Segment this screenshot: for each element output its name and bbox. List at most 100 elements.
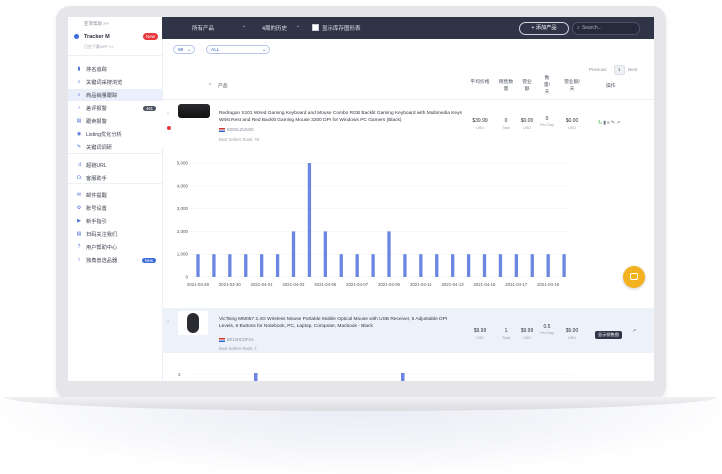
revenue-value: $9.99 (520, 328, 534, 334)
header-revenue[interactable]: 营业额 (520, 79, 534, 93)
history-filter[interactable]: 4周的历史 (262, 24, 287, 32)
revenue-unit: USD (522, 126, 532, 130)
chart-bar (451, 254, 455, 277)
x-tick-label: 2021-04-05 (314, 282, 337, 287)
add-product-button[interactable]: + 添加产品 (519, 22, 569, 35)
sidebar-item-5[interactable]: ◉ Listing优化分析 (68, 128, 162, 140)
sidebar-item-label: 独角兽选品器 (86, 257, 118, 264)
chevron-down-icon: ⌄ (186, 48, 191, 53)
chart-bar (530, 254, 534, 277)
headset-icon: ☊ (76, 175, 82, 181)
sidebar-item-12[interactable]: ▤ 扫码关注我们 (68, 228, 162, 240)
chevron-down-icon: ⌄ (261, 48, 266, 53)
table-header: ⌃ 产品 平均价格 销售数量 营业额 数量/天 营业额/天 操作 (162, 75, 654, 100)
table-row[interactable]: ⌄ Redragon S101 Wired Gaming Keyboard an… (162, 100, 654, 148)
divider (68, 153, 162, 154)
chevron-down-icon[interactable]: ⌄ (242, 23, 246, 29)
external-link-icon[interactable]: ↗ (632, 328, 637, 334)
header-per-day[interactable]: 数量/天 (542, 75, 552, 96)
avg-price-value: $9.99 (473, 328, 487, 334)
search-placeholder: Search... (581, 25, 602, 31)
gear-icon: ⚙ (76, 205, 82, 211)
x-tick-label: 2021-03-30 (219, 282, 242, 287)
header-product[interactable]: 产品 (218, 83, 228, 90)
bell-icon: ♪ (77, 105, 81, 111)
sidebar-item-13[interactable]: ? 用户帮助中心 (68, 241, 162, 253)
chat-button[interactable] (623, 266, 645, 288)
product-image-mouse[interactable] (178, 311, 208, 335)
sidebar-item-count: New (141, 257, 156, 263)
product-title[interactable]: Redragon S101 Wired Gaming Keyboard and … (219, 110, 463, 124)
help-link[interactable]: 亚菲帮助 >> (84, 21, 109, 27)
sidebar-item-4[interactable]: ▤ 跟卖报警 (68, 115, 162, 127)
sidebar-item-2[interactable]: ⌕ 商品销量跟踪 (68, 89, 162, 101)
download-app-link[interactable]: 已在下载APP >> (84, 44, 114, 50)
sidebar-item-0[interactable]: ▮ 排名追踪 (68, 63, 162, 75)
app-screen: 亚菲帮助 >> Tracker M New 已在下载APP >> ▮ 排名追踪 ⌕ 关… (68, 17, 654, 381)
divider (68, 183, 162, 184)
sidebar-item-label: 排名追踪 (86, 66, 107, 73)
x-tick-label: 2021-04-13 (442, 282, 465, 287)
us-flag-icon (219, 127, 225, 132)
shuffle-icon: ⤨ (76, 162, 81, 168)
product-asin[interactable]: B013HCOF2A (219, 337, 254, 342)
pager-current[interactable]: 1 (614, 65, 625, 75)
product-asin[interactable]: B00NLZUM36 (219, 127, 254, 132)
sidebar-item-9[interactable]: ✉ 邮件提醒 (68, 189, 162, 201)
sidebar-item-11[interactable]: ▶ 新手指引 (68, 215, 162, 227)
pager-next[interactable]: Next (628, 67, 637, 72)
sidebar-item-label: Listing优化分析 (86, 131, 122, 138)
external-link-icon[interactable]: ↗ (616, 120, 621, 126)
sidebar-item-10[interactable]: ⚙ 账号设置 (68, 202, 162, 214)
header-sales-qty[interactable]: 销售数量 (498, 79, 514, 93)
show-sales-chart-tooltip: 显示销售图 (595, 331, 622, 339)
inventory-checkbox[interactable] (312, 24, 319, 31)
chart-bar (403, 254, 407, 277)
chevron-down-icon[interactable]: ⌄ (166, 318, 170, 324)
sidebar-item-label: 用户帮助中心 (86, 244, 118, 251)
avg-price-unit: USD (475, 126, 485, 130)
asin-value: B00NLZUM36 (227, 127, 254, 132)
product-filter[interactable]: 所有产品 (192, 24, 214, 32)
category-select[interactable]: ALL ⌄ (206, 45, 270, 54)
pager-page-number: 1 (618, 67, 621, 72)
sidebar-item-label: 关键词采搜浏览 (86, 79, 123, 86)
sort-icon[interactable]: ⌃ (208, 83, 212, 90)
bar-chart-icon: ▮ (77, 66, 81, 72)
chart-2-bar (401, 373, 405, 381)
sidebar-item-label: 关键词调研 (86, 144, 112, 151)
wrench-icon: ✎ (76, 144, 82, 150)
sidebar-item-3[interactable]: ♪ 差评报警 461 (68, 102, 162, 114)
chart-2-bar (254, 373, 258, 381)
chevron-down-icon[interactable]: ⌄ (296, 23, 300, 29)
revenue-per-day-unit: USD (567, 336, 577, 340)
header-revenue-per-day[interactable]: 营业额/天 (564, 79, 580, 93)
x-tick-label: 2021-04-11 (410, 282, 432, 287)
per-page-select[interactable]: 88 ⌄ (173, 45, 195, 54)
pager-previous[interactable]: Previous (589, 67, 607, 72)
best-sellers-rank: Best Sellers Rank: #3 (219, 137, 260, 142)
chevron-down-icon[interactable]: ⌄ (166, 110, 170, 116)
header-avg-price[interactable]: 平均价格 (470, 79, 490, 86)
avg-price-unit: USD (475, 336, 485, 340)
best-sellers-rank: Best Sellers Rank: 1 (219, 346, 257, 351)
chart-bar (562, 254, 566, 277)
sidebar-item-14[interactable]: i 独角兽选品器 New (68, 254, 162, 266)
sales-chart-1: 5,000 4,000 3,000 2,000 1,000 0 2021-03-28 2021… (177, 161, 572, 287)
chart-bar (244, 254, 248, 277)
product-image-keyboard[interactable] (178, 104, 210, 118)
doc-icon: ▤ (76, 118, 82, 124)
x-tick-label: 2021-04-01 (251, 282, 274, 287)
sidebar-item-1[interactable]: ⌕ 关键词采搜浏览 (68, 76, 162, 88)
per-day-unit: Per Day (540, 331, 554, 335)
per-day-value: 0 (545, 116, 549, 122)
sidebar-item-count: 461 (143, 105, 156, 111)
x-tick-label: 2021-04-03 (282, 282, 305, 287)
sidebar-item-7[interactable]: ⤨ 超链URL (68, 159, 162, 171)
product-title[interactable]: VicTsing MM057 2.4G Wireless Mouse Porta… (219, 316, 463, 330)
sidebar-item-6[interactable]: ✎ 关键词调研 (68, 141, 162, 153)
search-input[interactable]: ⌕ Search... (572, 22, 640, 35)
divider (68, 55, 162, 56)
table-row-selected[interactable]: ⌄ VicTsing MM057 2.4G Wireless Mouse Por… (162, 308, 654, 353)
per-page-value: 88 (178, 48, 184, 53)
